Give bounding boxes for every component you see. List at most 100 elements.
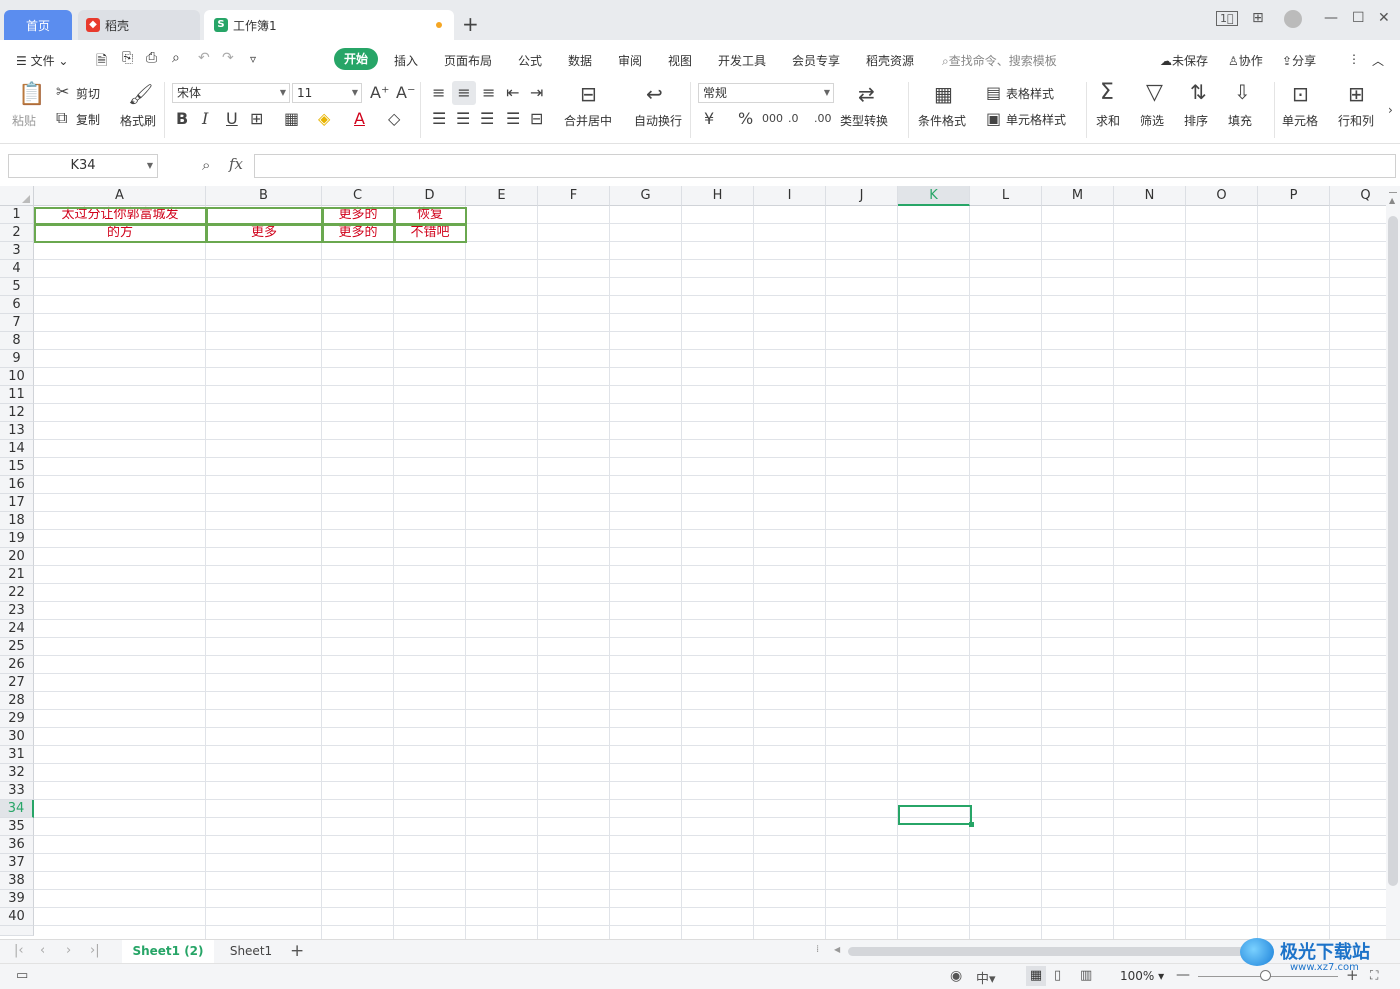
- font-size-select[interactable]: 11 ▼: [292, 83, 362, 103]
- fill-pattern-icon[interactable]: ▦: [284, 111, 299, 127]
- increase-decimal-icon[interactable]: .0: [788, 111, 799, 127]
- column-header-p[interactable]: P: [1258, 186, 1330, 206]
- font-family-select[interactable]: 宋体 ▼: [172, 83, 290, 103]
- column-header-j[interactable]: J: [826, 186, 898, 206]
- fullscreen-icon[interactable]: ⛶: [1370, 968, 1378, 983]
- tab-insert[interactable]: 插入: [394, 52, 418, 69]
- column-header-l[interactable]: L: [970, 186, 1042, 206]
- cell-style-button[interactable]: 单元格样式: [1006, 111, 1066, 128]
- row-header-36[interactable]: 36: [0, 836, 34, 854]
- indent-increase-icon[interactable]: ⇥: [530, 85, 543, 101]
- preview-icon[interactable]: ⌕: [172, 50, 180, 66]
- row-header-19[interactable]: 19: [0, 530, 34, 548]
- row-header-23[interactable]: 23: [0, 602, 34, 620]
- indent-decrease-icon[interactable]: ⇤: [506, 85, 519, 101]
- scroll-right-icon[interactable]: ›: [1388, 102, 1393, 118]
- column-header-k[interactable]: K: [898, 186, 970, 206]
- cell-button[interactable]: 单元格: [1282, 112, 1318, 129]
- collab-button[interactable]: ♙协作: [1228, 52, 1263, 69]
- tab-workbook[interactable]: S 工作簿1: [204, 10, 454, 40]
- currency-icon[interactable]: ¥: [704, 111, 714, 127]
- name-box[interactable]: K34 ▼: [8, 154, 158, 178]
- redo-icon[interactable]: ↷: [222, 50, 234, 66]
- distribute-icon[interactable]: ⊟: [530, 111, 543, 127]
- row-header-39[interactable]: 39: [0, 890, 34, 908]
- row-header-30[interactable]: 30: [0, 728, 34, 746]
- vertical-scroll-thumb[interactable]: [1388, 216, 1398, 886]
- tab-page-layout[interactable]: 页面布局: [444, 52, 492, 69]
- decrease-font-icon[interactable]: A⁻: [396, 85, 415, 101]
- column-header-a[interactable]: A: [34, 186, 206, 206]
- align-center-icon[interactable]: ☰: [456, 111, 470, 127]
- prev-sheet-icon[interactable]: ‹: [40, 943, 45, 958]
- row-header-40[interactable]: 40: [0, 908, 34, 926]
- row-col-button[interactable]: 行和列: [1338, 112, 1374, 129]
- column-header-n[interactable]: N: [1114, 186, 1186, 206]
- column-header-q[interactable]: Q: [1330, 186, 1386, 206]
- splitter-icon[interactable]: ⁞: [816, 944, 819, 955]
- row-header-17[interactable]: 17: [0, 494, 34, 512]
- conditional-format-button[interactable]: 条件格式: [918, 112, 966, 129]
- row-header-3[interactable]: 3: [0, 242, 34, 260]
- row-header-8[interactable]: 8: [0, 332, 34, 350]
- sheet-tab-active[interactable]: Sheet1 (2): [122, 940, 214, 963]
- new-tab-button[interactable]: +: [462, 13, 479, 35]
- row-header-22[interactable]: 22: [0, 584, 34, 602]
- tab-view[interactable]: 视图: [668, 52, 692, 69]
- number-format-select[interactable]: 常规 ▼: [698, 83, 834, 103]
- row-header-35[interactable]: 35: [0, 818, 34, 836]
- minimize-icon[interactable]: —: [1324, 10, 1338, 26]
- row-header-12[interactable]: 12: [0, 404, 34, 422]
- convert-button[interactable]: 类型转换: [840, 112, 888, 129]
- column-header-o[interactable]: O: [1186, 186, 1258, 206]
- row-header-5[interactable]: 5: [0, 278, 34, 296]
- underline-icon[interactable]: U: [226, 111, 238, 127]
- row-header-14[interactable]: 14: [0, 440, 34, 458]
- paste-icon[interactable]: 📋: [18, 84, 45, 106]
- more-icon[interactable]: ⋮: [1348, 52, 1360, 66]
- row-header-33[interactable]: 33: [0, 782, 34, 800]
- grid-apps-icon[interactable]: ⊞: [1252, 10, 1264, 26]
- increase-font-icon[interactable]: A⁺: [370, 85, 389, 101]
- justify-icon[interactable]: ☰: [506, 111, 520, 127]
- print-icon[interactable]: ⎙: [146, 50, 157, 66]
- fill-handle[interactable]: [969, 822, 974, 827]
- zoom-slider-handle[interactable]: [1260, 970, 1271, 981]
- scroll-left-icon[interactable]: ◀: [834, 945, 840, 954]
- scroll-up-icon[interactable]: ▲: [1389, 196, 1395, 205]
- column-header-h[interactable]: H: [682, 186, 754, 206]
- row-header-15[interactable]: 15: [0, 458, 34, 476]
- row-header-31[interactable]: 31: [0, 746, 34, 764]
- formula-input[interactable]: [254, 154, 1396, 178]
- column-header-c[interactable]: C: [322, 186, 394, 206]
- macro-record-icon[interactable]: ▭: [16, 968, 28, 983]
- column-header-e[interactable]: E: [466, 186, 538, 206]
- format-painter-button[interactable]: 格式刷: [120, 112, 156, 129]
- tab-review[interactable]: 审阅: [618, 52, 642, 69]
- normal-view-icon[interactable]: ▦: [1026, 966, 1046, 986]
- last-sheet-icon[interactable]: ›|: [90, 943, 100, 958]
- tab-data[interactable]: 数据: [568, 52, 592, 69]
- row-header-27[interactable]: 27: [0, 674, 34, 692]
- paste-button[interactable]: 粘贴: [12, 112, 36, 129]
- decrease-decimal-icon[interactable]: .00: [814, 111, 832, 127]
- active-cell-cursor[interactable]: [898, 805, 974, 827]
- italic-icon[interactable]: I: [202, 111, 208, 127]
- percent-icon[interactable]: %: [738, 111, 753, 127]
- collapse-ribbon-icon[interactable]: ︿: [1372, 52, 1384, 69]
- next-sheet-icon[interactable]: ›: [66, 943, 71, 958]
- export-icon[interactable]: ⎘: [122, 50, 133, 66]
- first-sheet-icon[interactable]: |‹: [14, 943, 24, 958]
- tab-home[interactable]: 首页: [4, 10, 72, 40]
- spreadsheet-grid[interactable]: ABCDEFGHIJKLMNOPQ 1 2 3 4 5 6 7 8 9 10 11 12 13 14 15 1…: [0, 186, 1386, 939]
- tab-formula[interactable]: 公式: [518, 52, 542, 69]
- column-header-i[interactable]: I: [754, 186, 826, 206]
- row-header-1[interactable]: 1: [0, 206, 34, 224]
- tab-daoke[interactable]: ◆ 稻壳: [78, 10, 200, 40]
- thousands-icon[interactable]: 000: [762, 111, 783, 127]
- eye-protection-icon[interactable]: ◉: [950, 968, 962, 984]
- zoom-in-icon[interactable]: +: [1346, 966, 1359, 984]
- filter-button[interactable]: 筛选: [1140, 112, 1164, 129]
- row-header-9[interactable]: 9: [0, 350, 34, 368]
- tab-start[interactable]: 开始: [334, 48, 378, 70]
